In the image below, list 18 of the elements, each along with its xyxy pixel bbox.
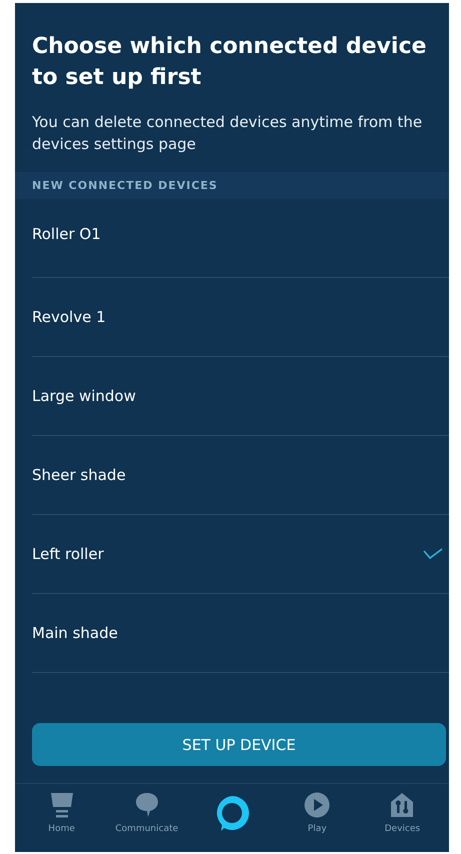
nav-label[interactable]: Home: [48, 824, 75, 834]
nav-label[interactable]: Play: [308, 824, 327, 834]
nav-label[interactable]: Communicate: [115, 824, 178, 834]
set-up-device-button[interactable]: SET UP DEVICE: [32, 723, 446, 766]
section-header: NEW CONNECTED DEVICES: [15, 172, 449, 199]
device-item[interactable]: Left roller: [32, 545, 104, 563]
page-title: Choose which connected device to set up first: [32, 33, 428, 92]
device-item[interactable]: Roller O1: [32, 225, 101, 243]
speech-bubble-icon[interactable]: [134, 792, 159, 818]
play-icon[interactable]: [304, 792, 330, 818]
device-item[interactable]: Main shade: [32, 624, 118, 642]
device-item[interactable]: Large window: [32, 387, 136, 405]
page-subtitle: You can delete connected devices anytime from the devices settings page: [32, 112, 424, 155]
device-item[interactable]: Sheer shade: [32, 466, 126, 484]
home-icon[interactable]: [50, 792, 74, 818]
device-item[interactable]: Revolve 1: [32, 308, 106, 326]
devices-house-icon[interactable]: [390, 792, 414, 818]
nav-label[interactable]: Devices: [384, 824, 420, 834]
